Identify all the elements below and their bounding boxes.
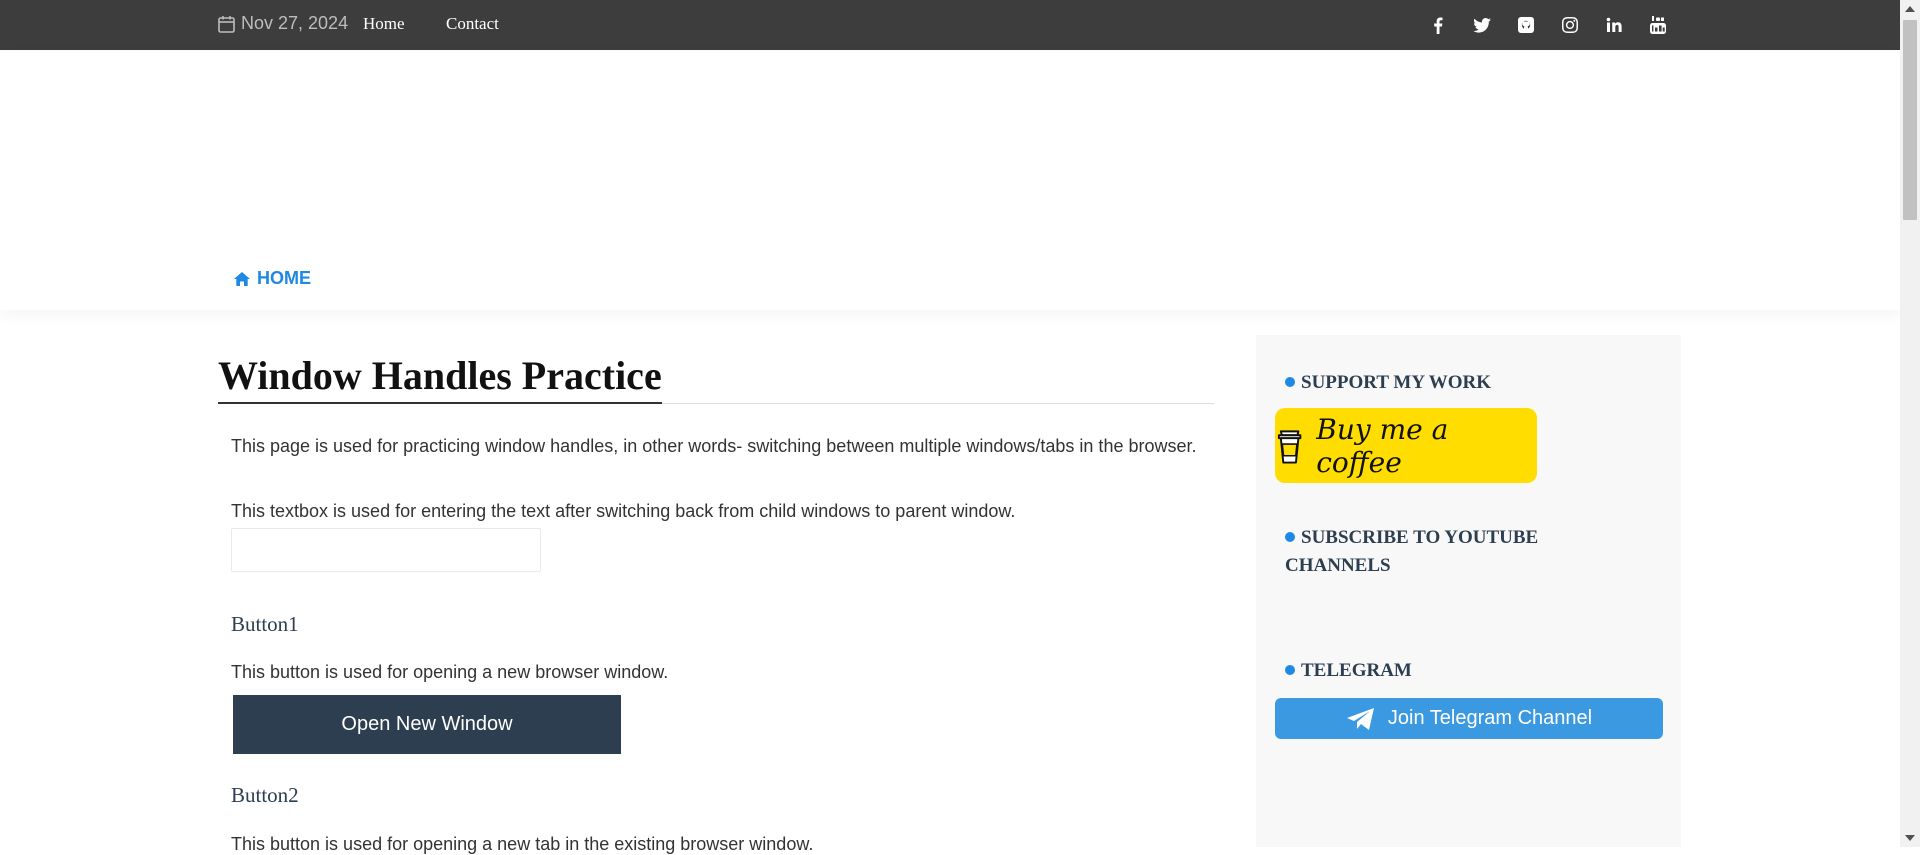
home-icon <box>234 271 250 286</box>
scroll-thumb[interactable] <box>1903 20 1917 220</box>
support-widget-title: SUPPORT MY WORK <box>1285 369 1491 397</box>
calendar-icon <box>218 15 235 33</box>
date-display: Nov 27, 2024 <box>218 13 348 34</box>
nav-contact-link[interactable]: Contact <box>446 14 499 34</box>
title-underline <box>218 402 662 404</box>
github-icon[interactable] <box>1504 13 1548 37</box>
telegram-widget-title: TELEGRAM <box>1285 657 1412 685</box>
button1-description: This button is used for opening a new br… <box>231 662 669 682</box>
telegram-icon <box>1346 707 1374 730</box>
bullet-dot <box>1285 531 1295 542</box>
button2-heading: Button2 <box>231 783 299 807</box>
top-bar: Nov 27, 2024 Home Contact <box>0 0 1900 50</box>
page-title: Window Handles Practice <box>218 353 662 398</box>
telegram-button-label: Join Telegram Channel <box>1387 707 1593 729</box>
parent-window-textbox[interactable] <box>231 528 541 572</box>
twitter-icon[interactable] <box>1460 13 1504 37</box>
support-title-text: SUPPORT MY WORK <box>1301 372 1492 393</box>
youtube-icon[interactable] <box>1636 13 1680 37</box>
breadcrumb-home-label: HOME <box>257 268 311 288</box>
scroll-up-arrow-icon[interactable] <box>1900 0 1920 18</box>
social-links <box>1416 13 1680 37</box>
title-divider <box>662 403 1214 404</box>
nav-home-link[interactable]: Home <box>363 14 405 34</box>
youtube-title-line2: CHANNELS <box>1285 555 1391 576</box>
bullet-dot <box>1285 376 1295 387</box>
textbox-description: This textbox is used for entering the te… <box>231 501 1016 521</box>
button1-heading: Button1 <box>231 612 299 636</box>
linkedin-icon[interactable] <box>1592 13 1636 37</box>
date-text: Nov 27, 2024 <box>241 13 349 33</box>
page-scrollbar[interactable] <box>1900 0 1920 847</box>
facebook-icon[interactable] <box>1416 13 1460 37</box>
youtube-widget-title: SUBSCRIBE TO YOUTUBE CHANNELS <box>1285 524 1538 580</box>
intro-text: This page is used for practicing window … <box>231 436 1197 456</box>
open-new-window-button[interactable]: Open New Window <box>233 695 621 754</box>
coffee-button-label: Buy me a coffee <box>1316 412 1449 479</box>
scroll-down-arrow-icon[interactable] <box>1900 829 1920 847</box>
telegram-title-text: TELEGRAM <box>1301 660 1412 681</box>
button2-description: This button is used for opening a new ta… <box>231 834 814 854</box>
join-telegram-button[interactable]: Join Telegram Channel <box>1275 698 1663 739</box>
bullet-dot <box>1285 664 1295 675</box>
buy-me-a-coffee-button[interactable]: Buy me a coffee <box>1275 408 1537 483</box>
breadcrumb-home-link[interactable]: HOME <box>233 268 311 289</box>
youtube-title-line1: SUBSCRIBE TO YOUTUBE <box>1301 527 1539 548</box>
instagram-icon[interactable] <box>1548 13 1592 37</box>
coffee-cup-icon <box>1277 429 1302 464</box>
